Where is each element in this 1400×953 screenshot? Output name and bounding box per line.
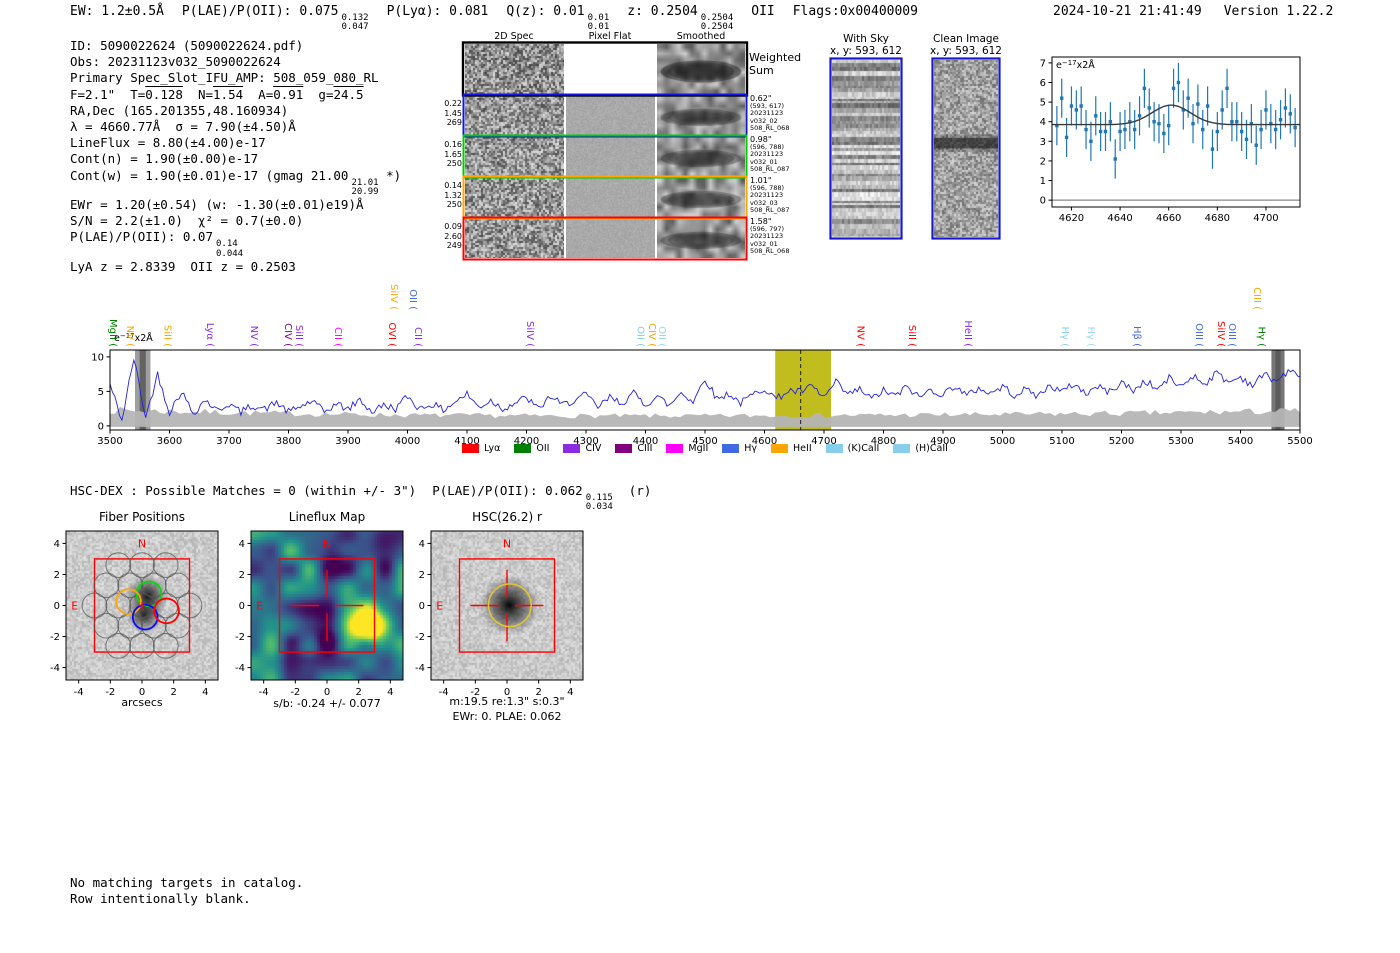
legend-label: Lyα: [484, 443, 501, 454]
lineflux-caption: s/b: -0.24 +/- 0.077: [273, 697, 381, 710]
fiber-row-weights: 0.14 1.32 250: [444, 181, 462, 209]
legend-item: Lyα: [462, 443, 500, 454]
legend-swatch: [514, 444, 532, 453]
header-metric: EW: 1.2±0.5Å: [70, 4, 164, 19]
info-line: F=2.1" T=0.128 N=1.54 A=0.91 g=24.5: [70, 86, 364, 102]
legend-swatch: [462, 444, 480, 453]
legend-item: (H)CaII: [893, 443, 948, 454]
fiber-row-meta: 1.58" (596, 797) 20231123 v032_01 508_RL_068: [750, 217, 790, 256]
legend-swatch: [825, 444, 843, 453]
info-line: λ = 4660.77Å σ = 7.90(±4.50)Å: [70, 119, 296, 135]
legend-item: (K)CaII: [825, 443, 880, 454]
with-sky-title: With Sky: [843, 33, 889, 45]
info-line: Obs: 20231123v032_5090022624: [70, 54, 281, 70]
legend-swatch: [615, 444, 633, 453]
fiber-row-meta: 1.01" (596, 788) 20231123 v032_03 508_RL_087: [750, 176, 790, 215]
hsc-caption-2: EWr: 0. PLAE: 0.062: [452, 710, 562, 723]
header-metric: Flags:0x00400009: [792, 4, 918, 19]
legend-label: OII: [536, 443, 550, 454]
header-metric: z: 0.2504 0.2504 0.2504: [627, 4, 734, 33]
clean-image-title: Clean Image: [932, 33, 1000, 45]
weighted-sum-label: Weighted Sum: [749, 51, 802, 77]
legend-item: CIV: [563, 443, 601, 454]
legend-swatch: [771, 444, 789, 453]
header-metric: P(LAE)/P(OII): 0.075 0.132 0.047: [181, 4, 369, 33]
hsc-dex-metric: (r): [628, 483, 652, 498]
fiber-xlabel: arcsecs: [121, 696, 163, 709]
header-metric: P(Lyα): 0.081: [386, 4, 489, 19]
catalog-footer: No matching targets in catalog. Row inte…: [70, 875, 303, 907]
info-line: EWr = 1.20(±0.54) (w: -1.30(±0.01)e19)Å: [70, 196, 364, 212]
legend-item: OII: [514, 443, 549, 454]
col-header-smoothed: Smoothed: [676, 31, 726, 42]
legend-swatch: [563, 444, 581, 453]
hsc-panel-title: HSC(26.2) r: [472, 510, 542, 524]
footer-line-1: No matching targets in catalog.: [70, 875, 304, 890]
summary-header: EW: 1.2±0.5Å P(LAE)/P(OII): 0.075 0.132 0.0…: [70, 4, 918, 32]
info-line: Cont(w) = 1.90(±0.01)e-17 (gmag 21.00 21.…: [70, 167, 402, 197]
report-version: Version 1.22.2: [1223, 4, 1334, 19]
fiber-row-weights: 0.09 2.60 249: [444, 222, 462, 250]
legend-label: (K)CaII: [847, 443, 880, 454]
info-line: LyA z = 2.8339 OII z = 0.2503: [70, 258, 296, 274]
fiber-row-weights: 0.16 1.65 250: [444, 140, 462, 168]
footer-line-2: Row intentionally blank.: [70, 891, 251, 906]
report-meta: 2024-10-21 21:41:49 Version 1.22.2: [1053, 4, 1333, 19]
info-line: ID: 5090022624 (5090022624.pdf): [70, 38, 304, 53]
text-layer: EW: 1.2±0.5Å P(LAE)/P(OII): 0.075 0.132 0.0…: [0, 0, 1400, 953]
hsc-caption-1: m:19.5 re:1.3" s:0.3": [449, 695, 565, 708]
fiber-panel-title: Fiber Positions: [98, 510, 186, 524]
info-line: LineFlux = 8.80(±4.00)e-17: [70, 135, 266, 151]
fiber-row-weights: 0.22 1.45 269: [444, 99, 462, 127]
legend-label: (H)CaII: [915, 443, 948, 454]
hsc-dex-metric: P(LAE)/P(OII): 0.062 0.115 0.034: [432, 483, 613, 513]
legend-item: HeII: [771, 443, 812, 454]
info-line: Cont(n) = 1.90(±0.00)e-17: [70, 151, 259, 167]
report-datetime: 2024-10-21 21:41:49: [1053, 4, 1202, 19]
hsc-dex-metric: HSC-DEX : Possible Matches = 0 (within +…: [70, 483, 417, 498]
with-sky-coords: x, y: 593, 612: [830, 45, 902, 57]
legend-label: CIII: [637, 443, 653, 454]
lineflux-panel-title: Lineflux Map: [288, 510, 366, 524]
legend-item: CIII: [615, 443, 652, 454]
fiber-row-meta: 0.62" (593, 617) 20231123 v032_02 508_RL_068: [750, 94, 790, 133]
legend-item: MgII: [666, 443, 708, 454]
spectrum-legend: Lyα OII CIV CIII MgII Hγ HeII (K)CaII (H)CaII: [110, 443, 1300, 454]
fiber-row-meta: 0.98" (596, 788) 20231123 v032_01 508_RL_087: [750, 135, 790, 174]
header-metric: OII: [751, 4, 775, 19]
info-line: S/N = 2.2(±1.0) χ² = 0.7(±0.0): [70, 213, 304, 229]
elixer-report-page: 0 1 2 3 4 5 6 7 4620 4640 4660 4680 4700 e−17x2Å 0 5 10 3…: [0, 0, 1400, 953]
clean-image-coords: x, y: 593, 612: [930, 45, 1002, 57]
legend-swatch: [893, 444, 911, 453]
legend-label: CIV: [585, 443, 602, 454]
legend-swatch: [722, 444, 740, 453]
detection-info-block: ID: 5090022624 (5090022624.pdf) Obs: 2023…: [70, 38, 401, 275]
info-line: P(LAE)/P(OII): 0.07 0.14 0.044: [70, 229, 244, 259]
legend-label: HeII: [793, 443, 812, 454]
legend-swatch: [666, 444, 684, 453]
info-line: Primary Spec_Slot_IFU_AMP: 508_059_080_R…: [70, 70, 379, 86]
col-header-2d-spec: 2D Spec: [494, 31, 534, 42]
legend-label: Hγ: [744, 443, 758, 454]
header-metric: Q(z): 0.01 0.01 0.01: [506, 4, 610, 33]
legend-label: MgII: [688, 443, 709, 454]
col-header-pixel-flat: Pixel Flat: [588, 31, 632, 42]
legend-item: Hγ: [722, 443, 757, 454]
info-line: RA,Dec (165.201355,48.160934): [70, 102, 289, 118]
hsc-dex-summary: HSC-DEX : Possible Matches = 0 (within +…: [70, 483, 651, 512]
